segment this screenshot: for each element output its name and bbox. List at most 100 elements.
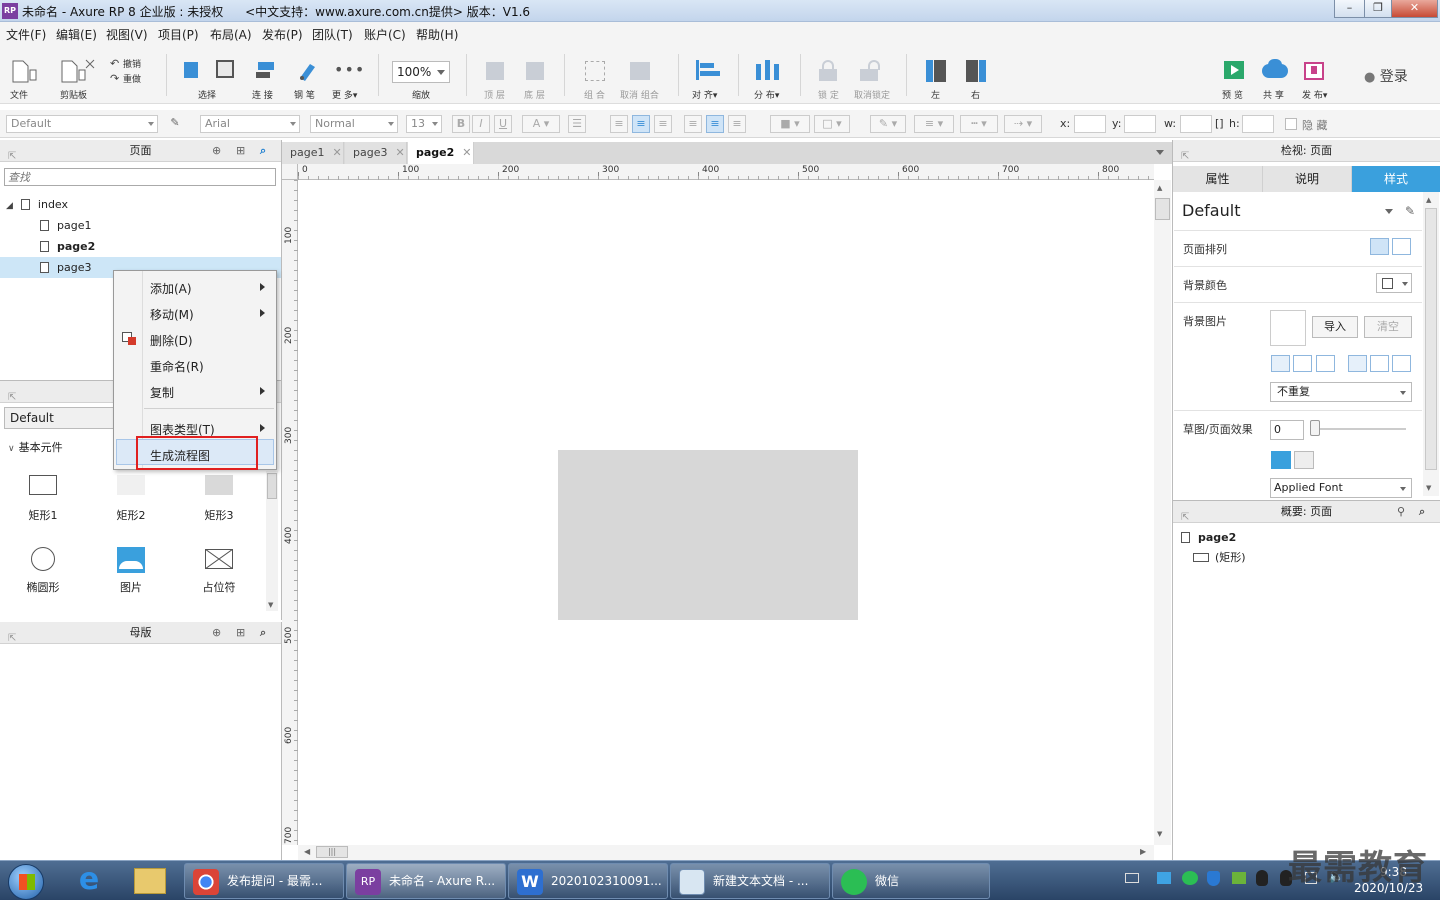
import-button[interactable]: 导入 (1312, 316, 1358, 338)
menu-item-copy[interactable]: 复制 (150, 384, 174, 401)
file-button[interactable]: 文件 (8, 58, 48, 102)
inspector-scroll-thumb[interactable] (1425, 208, 1437, 470)
applied-font-select[interactable]: Applied Font (1270, 478, 1412, 498)
undo-button[interactable]: ↶ 撤销 (110, 56, 141, 70)
font-color-button[interactable]: A ▾ (522, 115, 560, 133)
menu-item-rename[interactable]: 重命名(R) (150, 358, 204, 375)
tray-video-icon[interactable] (1157, 872, 1171, 884)
group-button[interactable]: 组 合 (582, 58, 608, 102)
widget-rect1[interactable]: 矩形1 (18, 473, 68, 525)
tab-page2[interactable]: page2 ✕ (408, 142, 474, 164)
page-align-center-icon[interactable] (1392, 238, 1411, 255)
menu-file[interactable]: 文件(F) (6, 26, 46, 43)
close-tab-icon[interactable]: ✕ (395, 146, 404, 159)
more-tools-button[interactable]: ••• 更 多▾ (332, 58, 366, 102)
style-select[interactable]: Default (6, 115, 158, 133)
line-width-button[interactable]: ≡ ▾ (914, 115, 954, 133)
font-size-select[interactable]: 13 (406, 115, 442, 133)
align-center-text-icon[interactable]: ≡ (632, 115, 650, 133)
scroll-right-arrow-icon[interactable]: ▶ (1140, 847, 1146, 856)
tree-item-page2[interactable]: page2 (40, 236, 280, 257)
image-valign-middle-icon[interactable] (1370, 355, 1389, 372)
clear-button[interactable]: 清空 (1364, 316, 1412, 338)
outline-page[interactable]: page2 (1181, 527, 1236, 548)
image-align-center-icon[interactable] (1293, 355, 1312, 372)
library-scrollbar[interactable]: ▼ (266, 471, 278, 611)
add-folder-icon[interactable]: ⊞ (236, 140, 245, 161)
widget-group-header[interactable]: ∨ 基本元件 (8, 439, 63, 455)
pen-button[interactable]: 钢 笔 (292, 58, 322, 102)
hidden-checkbox[interactable] (1285, 118, 1297, 130)
taskbar-wechat[interactable]: 微信 (832, 863, 990, 899)
hscroll-thumb[interactable]: ||| (316, 846, 348, 858)
shadow-button[interactable]: □ ▾ (814, 115, 850, 133)
sketch-slider-track[interactable] (1312, 428, 1406, 430)
valign-top-icon[interactable]: ≡ (684, 115, 702, 133)
clipboard-button[interactable]: 剪贴板 (56, 58, 100, 102)
scroll-down-arrow-icon[interactable]: ▼ (268, 601, 273, 609)
file-explorer-icon[interactable] (134, 868, 166, 894)
inspector-scrollbar[interactable]: ▲ ▼ (1423, 192, 1439, 496)
canvas-vscrollbar[interactable]: ▲ ▼ (1154, 180, 1171, 845)
scroll-left-arrow-icon[interactable]: ◀ (304, 847, 310, 856)
canvas-rectangle[interactable] (558, 450, 858, 620)
pin-icon[interactable]: ⇱ (8, 387, 16, 408)
sketch-slider-thumb[interactable] (1310, 420, 1320, 436)
tab-page3[interactable]: page3 ✕ (345, 142, 407, 164)
taskbar-wps[interactable]: W 2020102310091... (508, 863, 668, 899)
tree-item-page1[interactable]: page1 (40, 215, 280, 236)
unlock-button[interactable]: 取消锁定 (852, 58, 892, 102)
page-align-left-icon[interactable] (1370, 238, 1389, 255)
zoom-select[interactable]: 100% (392, 61, 450, 83)
tray-nvidia-icon[interactable] (1232, 872, 1246, 884)
select-button[interactable]: 选择 (180, 58, 240, 102)
login-button[interactable]: ● 登录 (1364, 66, 1408, 86)
x-input[interactable] (1074, 115, 1106, 133)
search-icon[interactable]: ⌕ (260, 140, 266, 161)
color-mode-icon[interactable] (1271, 451, 1291, 469)
menu-view[interactable]: 视图(V) (106, 26, 148, 43)
italic-button[interactable]: I (472, 115, 490, 133)
tab-style[interactable]: 样式 (1352, 166, 1440, 192)
close-button[interactable]: ✕ (1391, 0, 1438, 18)
canvas-hscrollbar[interactable]: ◀ ||| ▶ (298, 845, 1154, 860)
menu-team[interactable]: 团队(T) (312, 26, 353, 43)
bg-image-preview[interactable] (1270, 310, 1306, 346)
pin-icon[interactable]: ⇱ (8, 628, 16, 649)
add-master-icon[interactable]: ⊕ (212, 622, 221, 643)
start-button[interactable] (8, 864, 44, 900)
outline-item-rect[interactable]: (矩形) (1193, 547, 1246, 568)
align-right-text-icon[interactable]: ≡ (654, 115, 672, 133)
pin-icon[interactable]: ⇱ (1181, 507, 1189, 528)
image-align-right-icon[interactable] (1316, 355, 1335, 372)
bring-top-button[interactable]: 顶 层 (482, 58, 508, 102)
widget-placeholder[interactable]: 占位符 (194, 545, 244, 597)
align-left-text-icon[interactable]: ≡ (610, 115, 628, 133)
arrow-style-button[interactable]: ⇢ ▾ (1004, 115, 1042, 133)
fill-color-button[interactable]: ■ ▾ (770, 115, 810, 133)
add-folder-icon[interactable]: ⊞ (236, 622, 245, 643)
w-input[interactable] (1180, 115, 1212, 133)
search-icon[interactable]: ⌕ (1419, 501, 1425, 522)
scroll-down-arrow-icon[interactable]: ▼ (1426, 484, 1431, 492)
ungroup-button[interactable]: 取消 组合 (618, 58, 664, 102)
font-select[interactable]: Arial (200, 115, 300, 133)
taskbar-chrome[interactable]: 发布提问 - 最需... (184, 863, 344, 899)
tab-notes[interactable]: 说明 (1263, 166, 1352, 192)
tray-qq-icon[interactable] (1256, 870, 1268, 886)
vscroll-thumb[interactable] (1155, 198, 1170, 220)
aspect-lock-icon[interactable]: [] (1215, 117, 1224, 130)
sketch-input[interactable]: 0 (1270, 420, 1304, 440)
tray-shield-icon[interactable] (1207, 871, 1220, 886)
valign-middle-icon[interactable]: ≡ (706, 115, 724, 133)
image-valign-bottom-icon[interactable] (1392, 355, 1411, 372)
widget-image[interactable]: 图片 (106, 545, 156, 597)
line-color-button[interactable]: ✎ ▾ (870, 115, 906, 133)
font-weight-select[interactable]: Normal (310, 115, 398, 133)
widget-ellipse[interactable]: 椭圆形 (18, 545, 68, 597)
y-input[interactable] (1124, 115, 1156, 133)
menu-layout[interactable]: 布局(A) (210, 26, 252, 43)
tab-list-dropdown-icon[interactable] (1156, 150, 1164, 155)
close-tab-icon[interactable]: ✕ (332, 146, 341, 159)
scroll-down-arrow-icon[interactable]: ▼ (1157, 830, 1162, 838)
